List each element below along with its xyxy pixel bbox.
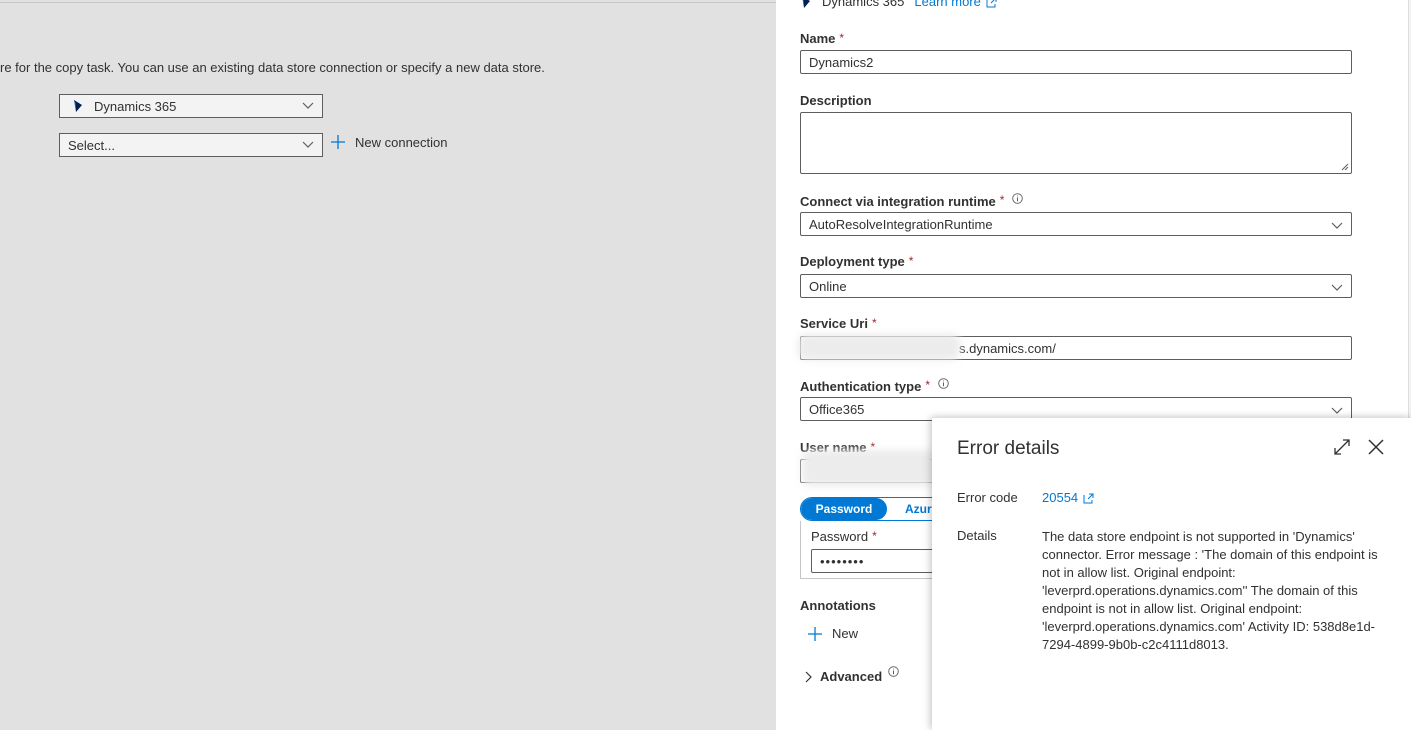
runtime-select[interactable]: AutoResolveIntegrationRuntime xyxy=(800,212,1352,236)
service-uri-label: Service Uri * xyxy=(800,316,877,331)
connection-value: Select... xyxy=(68,137,115,153)
advanced-label: Advanced xyxy=(820,669,883,684)
password-label: Password * xyxy=(811,529,877,544)
error-details-title: Error details xyxy=(957,438,1060,459)
header-store-name: Dynamics 365 xyxy=(822,0,905,9)
new-annotation-button[interactable]: New xyxy=(808,626,858,641)
annotations-label: Annotations xyxy=(800,598,876,613)
error-details-text: The data store endpoint is not supported… xyxy=(1042,529,1378,652)
copy-task-background: re for the copy task. You can use an exi… xyxy=(0,0,776,730)
chevron-down-icon xyxy=(1331,222,1343,229)
dynamics-icon xyxy=(74,100,82,112)
deployment-label: Deployment type * xyxy=(800,254,914,269)
expand-icon[interactable] xyxy=(1333,438,1351,456)
name-label: Name * xyxy=(800,31,845,46)
info-icon[interactable] xyxy=(888,666,899,677)
resize-handle-icon[interactable] xyxy=(1341,163,1349,171)
error-details-flyout: Error details Error code 20554 Details T… xyxy=(932,418,1411,730)
info-icon[interactable] xyxy=(1012,193,1024,204)
close-icon[interactable] xyxy=(1367,438,1385,456)
auth-type-label: Authentication type * xyxy=(800,378,949,394)
panel-header: Dynamics 365 Learn more xyxy=(800,0,997,9)
external-link-icon xyxy=(1083,493,1094,504)
external-link-icon xyxy=(986,0,997,8)
dynamics-icon xyxy=(802,0,810,8)
error-code-label: Error code xyxy=(957,490,1018,505)
intro-text: re for the copy task. You can use an exi… xyxy=(0,60,545,75)
runtime-label: Connect via integration runtime * xyxy=(800,193,1024,209)
error-code-link[interactable]: 20554 xyxy=(1042,490,1094,505)
deployment-select[interactable]: Online xyxy=(800,274,1352,298)
redaction-blur xyxy=(802,450,936,486)
new-annotation-label: New xyxy=(832,626,859,641)
redaction-blur xyxy=(798,334,960,360)
chevron-down-icon xyxy=(1331,284,1343,291)
data-store-dropdown[interactable]: Dynamics 365 xyxy=(59,94,323,118)
new-connection-label: New connection xyxy=(355,134,448,150)
chevron-right-icon xyxy=(805,671,812,682)
learn-more-link[interactable]: Learn more xyxy=(914,0,997,9)
divider xyxy=(0,2,776,3)
chevron-down-icon xyxy=(302,102,314,109)
name-input[interactable]: Dynamics2 xyxy=(800,50,1352,74)
data-store-value: Dynamics 365 xyxy=(94,98,177,114)
description-label: Description xyxy=(800,93,872,108)
chevron-down-icon xyxy=(1331,407,1343,414)
info-icon[interactable] xyxy=(938,378,949,389)
plus-icon xyxy=(808,626,822,641)
chevron-down-icon xyxy=(302,141,314,148)
password-toggle-option[interactable]: Password xyxy=(801,498,887,520)
new-connection-button[interactable]: New connection xyxy=(330,134,448,150)
advanced-expander[interactable]: Advanced xyxy=(804,666,899,684)
azure-toggle-option[interactable]: Azure xyxy=(887,502,938,516)
plus-icon xyxy=(331,135,345,149)
description-textarea[interactable] xyxy=(800,112,1352,174)
connection-dropdown[interactable]: Select... xyxy=(59,133,323,157)
details-label: Details xyxy=(957,528,997,543)
